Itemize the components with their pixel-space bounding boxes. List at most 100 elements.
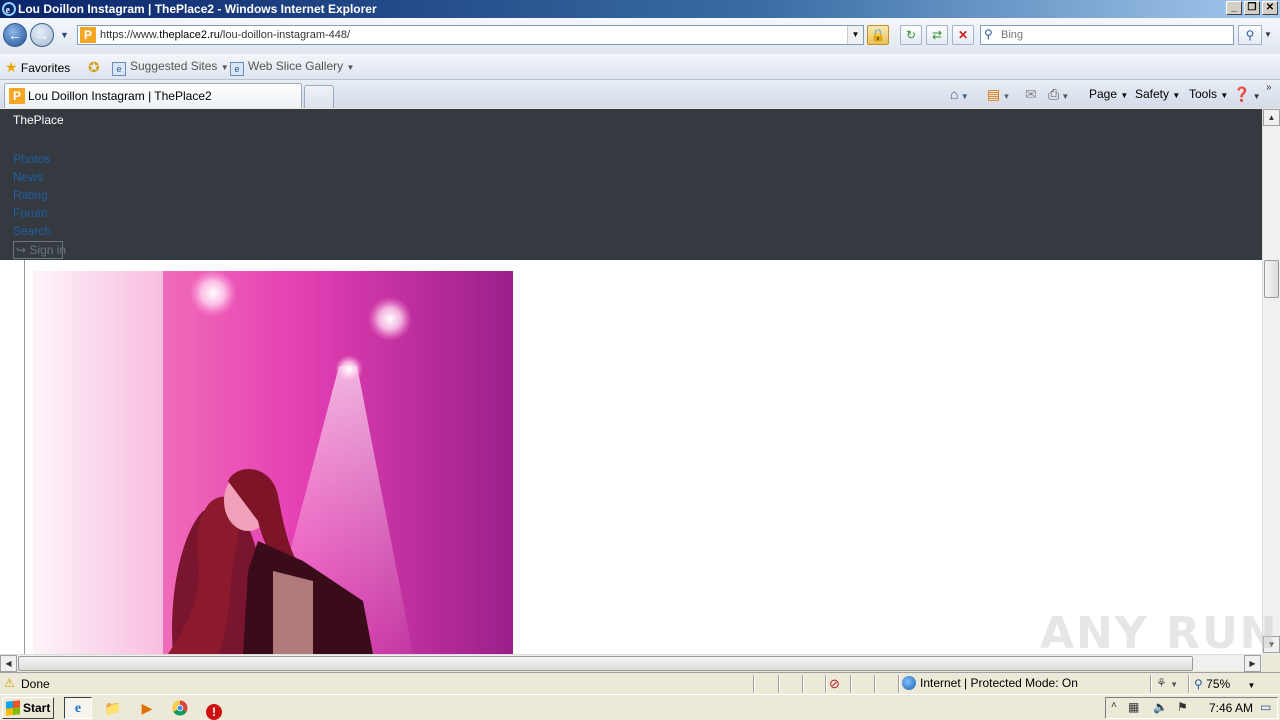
new-tab-button[interactable]	[304, 85, 334, 108]
back-button[interactable]: ←	[3, 23, 27, 47]
home-icon[interactable]: ⌂ ▼	[950, 86, 969, 102]
horizontal-scroll-thumb[interactable]	[18, 656, 1193, 671]
favorites-star-icon: ★	[5, 59, 18, 75]
suggested-sites-button[interactable]: e Suggested Sites ▼	[112, 59, 229, 76]
taskbar-antivirus-icon[interactable]: !	[200, 697, 228, 720]
stop-icon[interactable]: ✕	[952, 25, 974, 45]
taskbar-media-player-icon[interactable]: ▶	[133, 697, 161, 719]
search-box[interactable]: ⚲	[980, 25, 1234, 45]
status-divider	[898, 675, 899, 693]
status-divider	[850, 675, 851, 693]
zoom-icon: ⚲	[1194, 677, 1203, 691]
security-lock-icon[interactable]: 🔒	[867, 25, 889, 45]
chevron-down-icon: ▼	[220, 63, 229, 72]
profile-photo[interactable]	[33, 271, 513, 654]
chevron-down-icon: ▼	[1247, 681, 1256, 690]
action-center-flag-icon[interactable]: ⚑	[1177, 700, 1188, 714]
vertical-scroll-thumb[interactable]	[1264, 260, 1279, 298]
address-url[interactable]: https://www.theplace2.ru/lou-doillon-ins…	[100, 26, 350, 44]
navigation-bar: ← → ▼ P https://www.theplace2.ru/lou-doi…	[0, 18, 1280, 54]
show-hidden-icons-icon[interactable]: ˄	[1111, 700, 1117, 711]
sign-in-button[interactable]: ↪ Sign in	[13, 241, 66, 259]
scroll-left-icon[interactable]: ◀	[0, 655, 17, 672]
security-zone[interactable]: Internet | Protected Mode: On	[902, 676, 1078, 690]
window-title-bar: e Lou Doillon Instagram | ThePlace2 - Wi…	[0, 0, 1280, 18]
favorites-button[interactable]: ★ Favorites	[5, 59, 70, 76]
chevron-down-icon: ▼	[1220, 91, 1229, 100]
internet-explorer-icon: e	[2, 2, 16, 16]
scroll-up-icon[interactable]: ▲	[1263, 109, 1280, 126]
show-desktop-icon[interactable]: ▭	[1260, 700, 1271, 714]
recent-pages-dropdown-icon[interactable]: ▼	[60, 30, 69, 40]
tab-active[interactable]: P Lou Doillon Instagram | ThePlace2	[4, 83, 302, 108]
favorites-bar: ★ Favorites ✪ e Suggested Sites ▼ e Web Sl…	[0, 54, 1280, 80]
safety-menu[interactable]: Safety ▼	[1135, 87, 1180, 101]
feeds-icon[interactable]: ▤ ▼	[987, 86, 1010, 103]
status-divider	[802, 675, 803, 693]
nav-link-forum[interactable]: Forum	[13, 206, 48, 220]
svg-text:e: e	[6, 5, 11, 16]
status-divider	[753, 675, 754, 693]
page-menu[interactable]: Page ▼	[1089, 87, 1128, 101]
internet-zone-globe-icon	[902, 676, 916, 690]
forward-button[interactable]: →	[30, 23, 54, 47]
status-divider	[1150, 675, 1151, 693]
print-icon[interactable]: ⎙ ▼	[1048, 86, 1069, 103]
popup-blocked-icon[interactable]: ⊘	[829, 676, 840, 692]
network-icon[interactable]: ▦	[1128, 700, 1139, 714]
volume-icon[interactable]: 🔈	[1153, 700, 1168, 714]
ie-page-icon: e	[230, 62, 244, 76]
minimize-button[interactable]: _	[1226, 1, 1242, 15]
zoom-control[interactable]: ⚲ 75% ▼	[1194, 677, 1255, 691]
tab-title: Lou Doillon Instagram | ThePlace2	[28, 89, 212, 103]
close-button[interactable]: ✕	[1262, 1, 1278, 15]
content-divider	[24, 260, 25, 654]
status-divider	[874, 675, 875, 693]
site-brand[interactable]: ThePlace	[13, 113, 64, 127]
web-slice-gallery-button[interactable]: e Web Slice Gallery ▼	[230, 59, 354, 76]
sign-in-icon: ↪	[16, 243, 27, 257]
taskbar: Start e 📁 ▶ ! ˄ ▦ 🔈 ⚑ 7:46 AM ▭	[0, 694, 1280, 720]
status-divider	[778, 675, 779, 693]
watermark: ANY RUN	[1040, 608, 1279, 659]
status-divider	[1188, 675, 1189, 693]
read-mail-icon[interactable]: ✉	[1025, 86, 1037, 103]
compatibility-view-icon[interactable]: ↻	[900, 25, 922, 45]
taskbar-chrome-icon[interactable]	[166, 697, 194, 719]
address-bar[interactable]: P https://www.theplace2.ru/lou-doillon-i…	[77, 25, 864, 45]
help-icon[interactable]: ❓ ▼	[1233, 86, 1261, 103]
status-bar: ⚠ Done ⊘ Internet | Protected Mode: On ⚘…	[0, 672, 1280, 694]
status-divider	[825, 675, 826, 693]
nav-link-rating[interactable]: Rating	[13, 188, 48, 202]
taskbar-internet-explorer-icon[interactable]: e	[64, 697, 92, 719]
chevron-down-icon: ▼	[1120, 91, 1129, 100]
add-to-favorites-bar-button[interactable]: ✪	[88, 59, 100, 76]
maximize-button[interactable]: ❐	[1244, 1, 1260, 15]
site-favicon-icon: P	[80, 27, 96, 43]
start-button[interactable]: Start	[2, 697, 54, 719]
chrome-icon	[172, 700, 188, 716]
search-options-dropdown-icon[interactable]: ▼	[1264, 30, 1272, 39]
chevron-down-icon: ▼	[1172, 91, 1181, 100]
bing-search-icon: ⚲	[984, 27, 993, 41]
taskbar-clock[interactable]: 7:46 AM	[1209, 701, 1253, 715]
protected-mode-settings-icon[interactable]: ⚘ ▼	[1156, 676, 1178, 690]
status-text: Done	[21, 677, 50, 691]
more-commands-icon[interactable]: »	[1266, 82, 1272, 93]
nav-link-news[interactable]: News	[13, 170, 43, 184]
site-navbar: ThePlace Photos News Rating Forum Search…	[0, 109, 1262, 260]
add-favorite-icon: ✪	[88, 59, 100, 75]
refresh-icon[interactable]: ⇄	[926, 25, 948, 45]
window-title: Lou Doillon Instagram | ThePlace2 - Wind…	[18, 2, 377, 16]
nav-link-photos[interactable]: Photos	[13, 152, 50, 166]
page-viewport: ThePlace Photos News Rating Forum Search…	[0, 109, 1262, 654]
taskbar-explorer-folder-icon[interactable]: 📁	[99, 697, 127, 719]
search-input[interactable]	[1001, 28, 1226, 42]
site-favicon-icon: P	[9, 88, 25, 104]
vertical-scrollbar[interactable]: ▲ ▼	[1262, 109, 1280, 654]
search-go-button[interactable]: ⚲	[1238, 25, 1262, 45]
address-dropdown-icon[interactable]: ▼	[847, 26, 863, 44]
nav-link-search[interactable]: Search	[13, 224, 51, 238]
chevron-down-icon: ▼	[346, 63, 355, 72]
tools-menu[interactable]: Tools ▼	[1189, 87, 1228, 101]
